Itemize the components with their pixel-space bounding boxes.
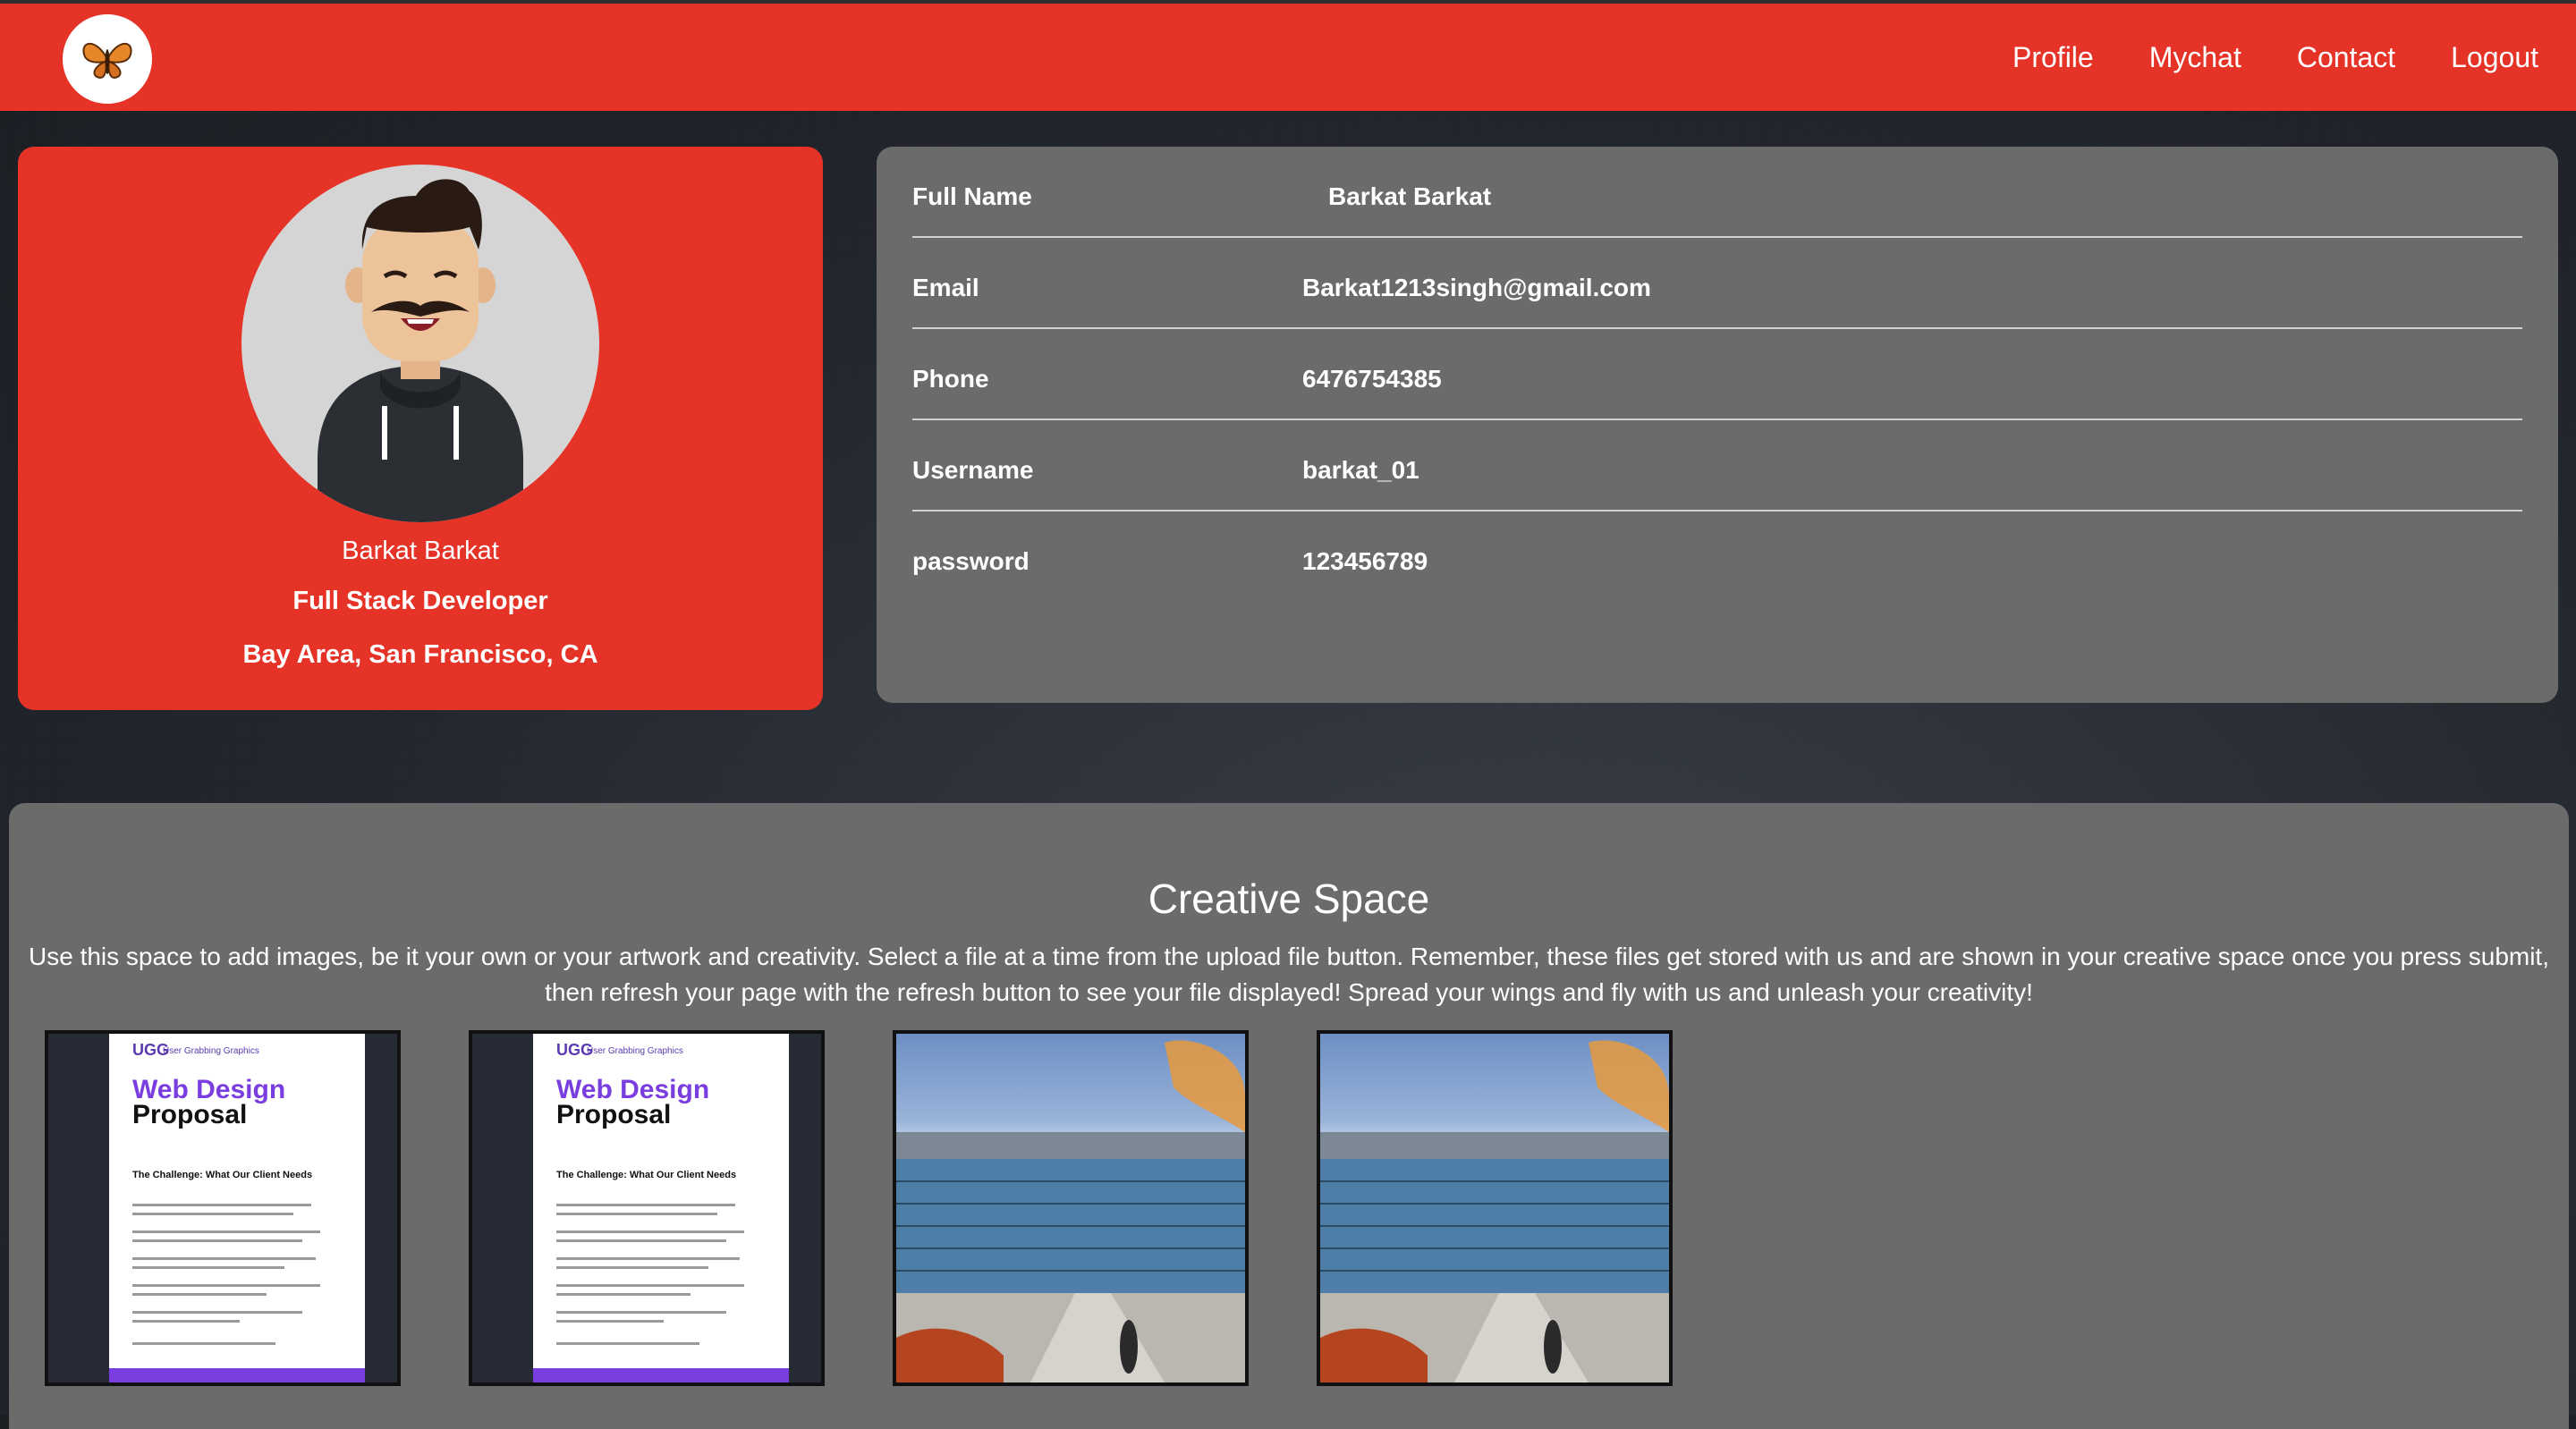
detail-label: Username xyxy=(912,456,1034,484)
document-image: UGG User Grabbing Graphics Web Design Pr… xyxy=(533,1034,789,1382)
detail-value: Barkat Barkat xyxy=(1328,182,1492,210)
doc-text-line xyxy=(132,1293,267,1296)
profile-location: Bay Area, San Francisco, CA xyxy=(242,640,598,669)
detail-row-phone: Phone 6476754385 xyxy=(912,329,2522,420)
creative-space-panel: Creative Space Use this space to add ima… xyxy=(9,803,2569,1429)
doc-text-line xyxy=(556,1311,726,1314)
doc-text-line xyxy=(132,1204,311,1206)
detail-row-username: Username barkat_01 xyxy=(912,420,2522,512)
doc-text-line xyxy=(132,1239,302,1242)
detail-label: Phone xyxy=(912,365,989,393)
doc-text-line xyxy=(132,1342,275,1345)
detail-label: password xyxy=(912,547,1030,575)
creative-space-title: Creative Space xyxy=(1148,875,1430,922)
creative-image-photo[interactable] xyxy=(893,1030,1249,1386)
doc-text-line xyxy=(132,1213,293,1215)
doc-section-heading: The Challenge: What Our Client Needs xyxy=(132,1170,313,1180)
creative-image-photo[interactable] xyxy=(1317,1030,1673,1386)
doc-text-line xyxy=(556,1213,717,1215)
doc-footer-bar xyxy=(533,1368,789,1382)
doc-heading: Proposal xyxy=(556,1100,672,1129)
doc-text-line xyxy=(556,1239,726,1242)
profile-name: Barkat Barkat xyxy=(342,537,499,565)
creative-space-description: Use this space to add images, be it your… xyxy=(29,943,2549,1006)
doc-text-line xyxy=(556,1284,744,1287)
detail-value: Barkat1213singh@gmail.com xyxy=(1302,274,1651,301)
doc-text-line xyxy=(556,1293,691,1296)
building-photo xyxy=(1320,1034,1669,1382)
profile-details-card: Full Name Barkat Barkat Email Barkat1213… xyxy=(877,147,2558,703)
doc-text-line xyxy=(556,1204,735,1206)
nav-logout-link[interactable]: Logout xyxy=(2451,41,2538,74)
doc-text-line xyxy=(132,1266,284,1269)
nav-links: Profile Mychat Contact Logout xyxy=(2012,4,2538,111)
nav-mychat-link[interactable]: Mychat xyxy=(2149,41,2241,74)
doc-footer-bar xyxy=(109,1368,365,1382)
detail-label: Full Name xyxy=(912,182,1032,210)
detail-value: 123456789 xyxy=(1302,547,1428,575)
detail-row-email: Email Barkat1213singh@gmail.com xyxy=(912,238,2522,329)
profile-title: Full Stack Developer xyxy=(292,587,548,615)
detail-value: 6476754385 xyxy=(1302,365,1442,393)
doc-text-line xyxy=(556,1320,664,1323)
doc-text-line xyxy=(132,1320,240,1323)
profile-card: Barkat Barkat Full Stack Developer Bay A… xyxy=(18,147,823,710)
doc-brand-sub: User Grabbing Graphics xyxy=(587,1046,683,1056)
nav-contact-link[interactable]: Contact xyxy=(2297,41,2395,74)
doc-text-line xyxy=(132,1257,316,1260)
creative-image-document[interactable]: UGG User Grabbing Graphics Web Design Pr… xyxy=(45,1030,401,1386)
building-photo xyxy=(896,1034,1245,1382)
nav-profile-link[interactable]: Profile xyxy=(2012,41,2094,74)
creative-image-document[interactable]: UGG User Grabbing Graphics Web Design Pr… xyxy=(469,1030,825,1386)
doc-text-line xyxy=(556,1342,699,1345)
doc-text-line xyxy=(132,1284,320,1287)
man-avatar-icon xyxy=(242,165,599,522)
doc-text-line xyxy=(556,1230,744,1233)
doc-heading: Proposal xyxy=(132,1100,248,1129)
doc-text-line xyxy=(132,1230,320,1233)
detail-value: barkat_01 xyxy=(1302,456,1419,484)
doc-text-line xyxy=(556,1257,740,1260)
detail-row-fullname: Full Name Barkat Barkat xyxy=(912,147,2522,238)
detail-row-password: password 123456789 xyxy=(912,512,2522,603)
butterfly-logo-icon[interactable] xyxy=(63,14,152,104)
navbar: Profile Mychat Contact Logout xyxy=(0,0,2576,111)
document-image: UGG User Grabbing Graphics Web Design Pr… xyxy=(109,1034,365,1382)
doc-section-heading: The Challenge: What Our Client Needs xyxy=(556,1170,737,1180)
doc-text-line xyxy=(132,1311,302,1314)
doc-text-line xyxy=(556,1266,708,1269)
detail-label: Email xyxy=(912,274,979,301)
doc-brand-sub: User Grabbing Graphics xyxy=(163,1046,259,1056)
